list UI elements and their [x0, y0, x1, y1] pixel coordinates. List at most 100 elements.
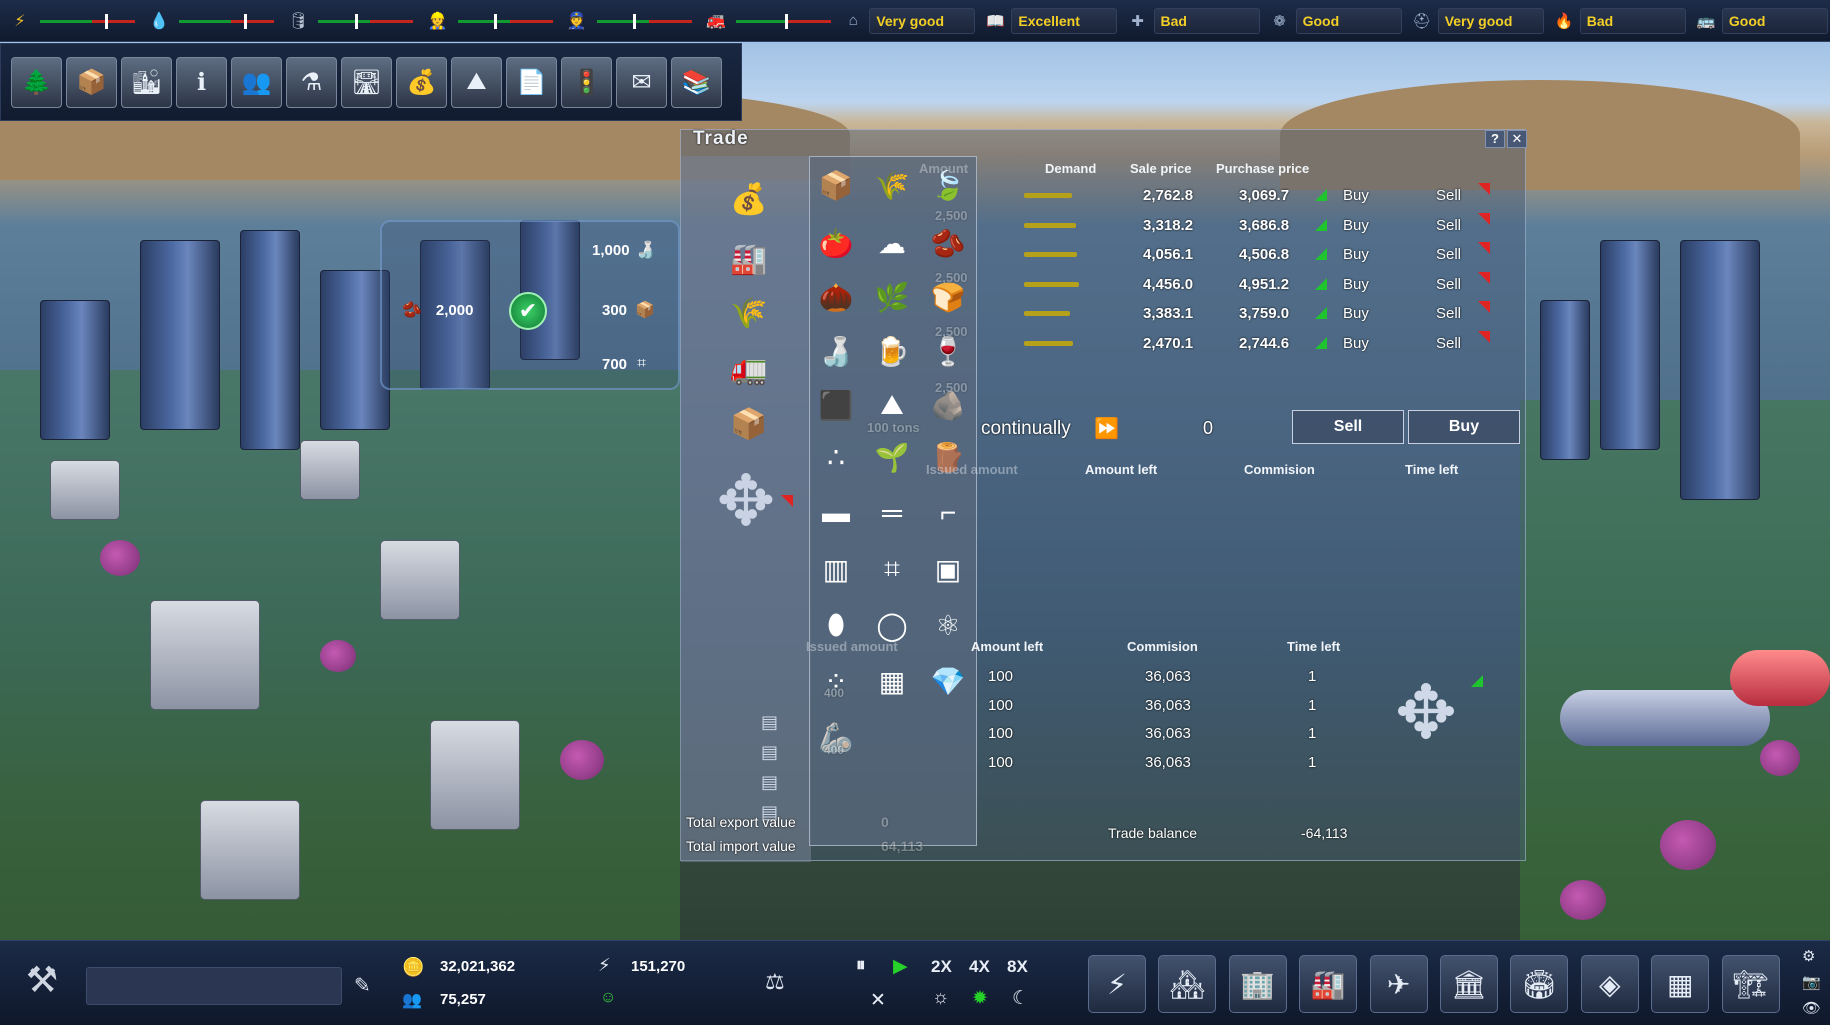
fast-forward-icon[interactable]: ⏩ — [1094, 416, 1119, 441]
speed-2x-button[interactable]: 2X — [931, 957, 952, 977]
sell-button[interactable]: Sell — [1436, 217, 1461, 234]
buy-button[interactable]: Buy — [1343, 217, 1369, 234]
rating-housing[interactable]: ⌂ Very good — [835, 0, 977, 42]
planks-icon[interactable]: ═ — [870, 491, 914, 535]
rating-education[interactable]: 📖 Excellent — [977, 0, 1119, 42]
airport-icon[interactable]: ✈ — [1369, 955, 1428, 1013]
slider-track[interactable] — [179, 19, 275, 23]
roads-icon[interactable]: 🛣 — [341, 56, 392, 108]
trade-titlebar[interactable]: Trade ? ✕ — [681, 128, 1527, 156]
transport-vehicle-icon[interactable]: 🚛 — [726, 346, 772, 392]
rating-health[interactable]: ✚ Bad — [1120, 0, 1262, 42]
balance-scale-icon[interactable]: ⚖ — [765, 969, 785, 995]
research-flask-icon[interactable]: ⚗ — [286, 56, 337, 108]
sell-button[interactable]: Sell — [1436, 305, 1461, 322]
herb-icon[interactable]: 🌿 — [870, 275, 914, 319]
building-overlay[interactable]: 1,000 🍶 🫘 2,000 ✔ 300 📦 700 ⌗ — [380, 220, 680, 390]
city-overview-icon[interactable]: 🏙 — [121, 56, 172, 108]
bottles-icon[interactable]: 🍶 — [814, 329, 858, 373]
rating-safety[interactable]: ⛑ Very good — [1404, 0, 1546, 42]
library-icon[interactable]: 📚 — [671, 56, 722, 108]
gravel-icon[interactable]: ∴ — [814, 435, 858, 479]
daylight-icon[interactable]: ☼ — [932, 987, 949, 1009]
terrain-icon[interactable]: ⛰ — [451, 56, 502, 108]
order-crate-icon[interactable]: ▤ — [761, 772, 778, 793]
buy-button[interactable]: Buy — [1343, 305, 1369, 322]
buy-button[interactable]: Buy — [1343, 335, 1369, 352]
rating-transport[interactable]: 🚌 Good — [1688, 0, 1830, 42]
microchip-icon[interactable]: ▦ — [870, 659, 914, 703]
slider-knob[interactable] — [243, 13, 247, 29]
crate-icon[interactable]: 📦 — [814, 163, 858, 207]
concrete-block-icon[interactable]: ▬ — [814, 491, 858, 535]
slider-knob[interactable] — [785, 13, 789, 29]
trade-hub-icon[interactable]: ✥ — [1395, 670, 1457, 756]
commercial-icon[interactable]: 🏢 — [1228, 955, 1287, 1013]
rating-fire-safety[interactable]: 🔥 Bad — [1546, 0, 1688, 42]
slider-knob[interactable] — [632, 13, 636, 29]
slider-track[interactable] — [596, 19, 692, 23]
buy-button[interactable]: Buy — [1343, 276, 1369, 293]
slider-knob[interactable] — [493, 13, 497, 29]
sell-button[interactable]: Sell — [1436, 187, 1461, 204]
industry-goods-icon[interactable]: 🏭 — [726, 236, 772, 282]
residential-icon[interactable]: 🏘 — [1158, 955, 1217, 1013]
pause-icon[interactable]: ⏸ — [856, 955, 866, 977]
slider-track[interactable] — [457, 19, 553, 23]
checkmark-icon[interactable]: ✔ — [509, 292, 547, 330]
slider-knob[interactable] — [354, 13, 358, 29]
order-crate-icon[interactable]: ▤ — [761, 742, 778, 763]
buy-button[interactable]: Buy — [1343, 187, 1369, 204]
trade-hub-icon[interactable]: ✥ — [701, 456, 791, 546]
documents-icon[interactable]: 📄 — [506, 56, 557, 108]
sell-button[interactable]: Sell — [1436, 276, 1461, 293]
power-plant-icon[interactable]: ⚡ — [1088, 955, 1146, 1013]
demolish-crane-icon[interactable]: 🏗 — [1721, 955, 1780, 1013]
beer-icon[interactable]: 🍺 — [870, 329, 914, 373]
speed-4x-button[interactable]: 4X — [969, 957, 990, 977]
sell-button[interactable]: Sell — [1436, 335, 1461, 352]
diamond-icon[interactable]: 💎 — [926, 659, 970, 703]
slider-waste[interactable]: 🛢 — [278, 0, 417, 42]
order-quantity[interactable]: 0 — [1203, 418, 1213, 439]
sun-icon[interactable]: ✹ — [972, 987, 988, 1010]
public-building-icon[interactable]: 🏟 — [1510, 955, 1569, 1013]
glass-icon[interactable]: ▥ — [814, 547, 858, 591]
blocks-icon[interactable]: ▦ — [1651, 955, 1710, 1013]
finance-icon[interactable]: 💰 — [396, 56, 447, 108]
order-sell-button[interactable]: Sell — [1292, 410, 1404, 444]
raw-materials-sack-icon[interactable]: 💰 — [726, 176, 772, 222]
rating-environment[interactable]: ❁ Good — [1262, 0, 1404, 42]
buy-button[interactable]: Buy — [1343, 246, 1369, 263]
slider-energy[interactable]: ⚡ — [0, 0, 139, 42]
traffic-icon[interactable]: 🚦 — [561, 56, 612, 108]
slider-track[interactable] — [736, 19, 832, 23]
order-crate-icon[interactable]: ▤ — [761, 712, 778, 733]
mail-icon[interactable]: ✉ — [616, 56, 667, 108]
population-icon[interactable]: 👥 — [231, 56, 282, 108]
crate-icon[interactable]: 📦 — [726, 401, 772, 447]
structure-icon[interactable]: ⌗ — [870, 547, 914, 591]
slider-police[interactable]: 👮 — [557, 0, 696, 42]
wheat-icon[interactable]: 🌾 — [870, 163, 914, 207]
close-button[interactable]: ✕ — [1507, 130, 1527, 148]
slider-firefighter[interactable]: 🚒 — [696, 0, 835, 42]
panel-icon[interactable]: ▣ — [926, 547, 970, 591]
services-icon[interactable]: 🏛 — [1440, 955, 1498, 1013]
settings-icon[interactable]: ⚙ — [1802, 947, 1815, 965]
play-icon[interactable]: ▶ — [893, 955, 908, 978]
slider-water[interactable]: 💧 — [139, 0, 278, 42]
molecule-icon[interactable]: ⚛ — [926, 603, 970, 647]
slider-track[interactable] — [318, 19, 414, 23]
agriculture-icon[interactable]: 🌾 — [726, 290, 772, 336]
industrial-icon[interactable]: 🏭 — [1299, 955, 1358, 1013]
dome-icon[interactable]: ◈ — [1580, 955, 1639, 1013]
steel-beam-icon[interactable]: ⌐ — [926, 491, 970, 535]
info-icon[interactable]: ℹ — [176, 56, 227, 108]
order-mode[interactable]: continually — [981, 418, 1071, 440]
speed-8x-button[interactable]: 8X — [1007, 957, 1028, 977]
city-name-field[interactable] — [86, 967, 342, 1005]
sell-button[interactable]: Sell — [1436, 246, 1461, 263]
order-buy-button[interactable]: Buy — [1408, 410, 1520, 444]
slider-worker[interactable]: 👷 — [418, 0, 557, 42]
